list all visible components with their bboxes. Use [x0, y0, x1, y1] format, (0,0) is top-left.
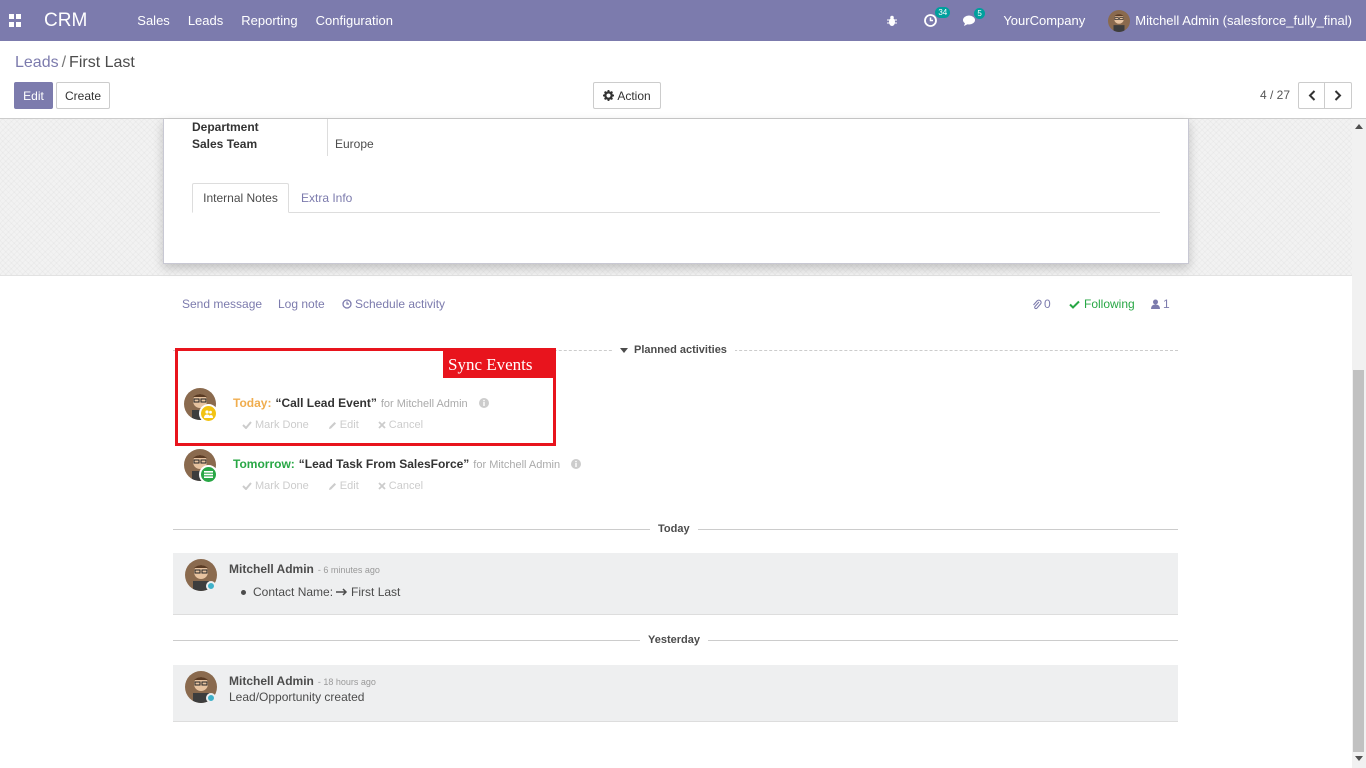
action-button[interactable]: Action [593, 82, 661, 109]
app-brand[interactable]: CRM [44, 10, 87, 32]
followers-button[interactable]: 1 [1151, 297, 1170, 311]
control-panel: Leads / First Last Edit Create Action 4 / … [0, 41, 1366, 119]
chevron-left-icon [1308, 90, 1315, 101]
attachments-count: 0 [1044, 297, 1051, 311]
user-avatar[interactable] [1108, 9, 1131, 32]
sales-team-value[interactable]: Europe [335, 137, 374, 151]
messages-icon[interactable]: 5 [963, 7, 985, 27]
edit-button[interactable]: Edit [14, 82, 53, 109]
arrow-right-icon [336, 588, 348, 596]
online-status-icon [206, 581, 216, 591]
scroll-up-arrow-icon[interactable] [1355, 124, 1363, 129]
tracking-new-value: First Last [351, 585, 401, 599]
activity-tools: Mark Done Edit Cancel [242, 480, 442, 492]
menu-reporting[interactable]: Reporting [241, 13, 297, 28]
scrollbar-thumb[interactable] [1353, 370, 1364, 752]
message-body: Contact Name: First Last [241, 585, 401, 599]
create-button[interactable]: Create [56, 82, 110, 109]
chevron-right-icon [1334, 90, 1342, 101]
paperclip-icon [1033, 299, 1042, 309]
message-item: Mitchell Admin - 18 hours ago Lead/Opport… [173, 665, 1178, 722]
activity-count-badge: 34 [935, 7, 951, 18]
apps-grid-icon[interactable] [9, 13, 23, 28]
attachments-button[interactable]: 0 [1032, 297, 1051, 311]
bug-icon[interactable] [886, 15, 898, 27]
check-icon [1069, 300, 1080, 309]
user-menu[interactable]: Mitchell Admin (salesforce_fully_final) [1135, 13, 1352, 28]
cancel-label: Cancel [388, 480, 424, 492]
breadcrumb-leads[interactable]: Leads [15, 54, 59, 71]
sales-team-label: Sales Team [192, 137, 258, 151]
pager-next-button[interactable] [1324, 82, 1352, 109]
tab-internal-notes[interactable]: Internal Notes [192, 183, 289, 213]
planned-activities-toggle[interactable]: Planned activities [612, 344, 735, 356]
author-name: Mitchell Admin [229, 674, 314, 688]
activity-title: “Lead Task From SalesForce” [298, 457, 470, 471]
yesterday-separator-title: Yesterday [640, 634, 708, 646]
online-status-icon [206, 693, 216, 703]
pencil-icon [328, 482, 336, 490]
message-author[interactable]: Mitchell Admin - 18 hours ago [229, 674, 376, 688]
message-count-badge: 5 [974, 7, 985, 19]
breadcrumb-separator: / [61, 54, 67, 71]
activity-when: Tomorrow: [233, 457, 295, 471]
message-author[interactable]: Mitchell Admin - 6 minutes ago [229, 562, 380, 576]
scroll-down-arrow-icon[interactable] [1355, 756, 1363, 761]
form-sheet: Department Sales Team Europe Internal No… [163, 119, 1189, 264]
activity-line: Tomorrow: “Lead Task From SalesForce” for … [233, 457, 582, 471]
task-tasks-icon [199, 465, 218, 484]
message-date: - 6 minutes ago [317, 565, 380, 575]
edit-activity-button[interactable]: Edit [328, 480, 359, 492]
pager-value[interactable]: 4 / 27 [1260, 88, 1290, 102]
cancel-activity-button[interactable]: Cancel [378, 480, 423, 492]
company-switcher[interactable]: YourCompany [1003, 13, 1085, 28]
gear-icon [603, 90, 615, 101]
message-item: Mitchell Admin - 6 minutes ago Contact Na… [173, 553, 1178, 615]
clock-icon [342, 299, 352, 309]
activity-assignee: for Mitchell Admin [473, 459, 561, 471]
tracking-field-name: Contact Name: [253, 585, 334, 599]
notebook-tabs: Internal Notes Extra Info [192, 183, 1160, 213]
log-note-link[interactable]: Log note [278, 297, 325, 311]
field-divider [327, 119, 328, 156]
send-message-link[interactable]: Send message [182, 297, 262, 311]
action-label: Action [617, 88, 651, 103]
tab-extra-info[interactable]: Extra Info [301, 183, 352, 213]
breadcrumb-current: First Last [69, 54, 135, 71]
activity-clock-icon[interactable]: 34 [924, 7, 951, 27]
department-label: Department [192, 120, 259, 134]
close-icon [378, 482, 386, 490]
caret-down-icon [620, 347, 628, 353]
top-navbar: CRM Sales Leads Reporting Configuration … [0, 0, 1366, 41]
today-separator-title: Today [650, 523, 698, 535]
schedule-activity-link[interactable]: Schedule activity [342, 297, 445, 311]
user-icon [1151, 299, 1160, 309]
check-icon [242, 482, 252, 490]
mark-done-button[interactable]: Mark Done [242, 480, 309, 492]
message-date: - 18 hours ago [317, 677, 376, 687]
message-body: Lead/Opportunity created [229, 690, 365, 704]
info-circle-icon[interactable] [571, 459, 582, 469]
planned-activities-title: Planned activities [634, 344, 727, 356]
menu-sales[interactable]: Sales [137, 13, 170, 28]
sync-events-label: Sync Events [443, 351, 554, 378]
author-name: Mitchell Admin [229, 562, 314, 576]
mark-done-label: Mark Done [255, 480, 309, 492]
menu-leads[interactable]: Leads [188, 13, 223, 28]
bullet-icon [241, 589, 246, 595]
schedule-activity-label: Schedule activity [355, 297, 446, 311]
breadcrumb: Leads / First Last [15, 54, 135, 72]
following-label: Following [1084, 297, 1135, 311]
edit-label: Edit [339, 480, 359, 492]
followers-count: 1 [1163, 297, 1170, 311]
pager-previous-button[interactable] [1298, 82, 1325, 109]
following-button[interactable]: Following [1069, 297, 1135, 311]
menu-configuration[interactable]: Configuration [316, 13, 393, 28]
